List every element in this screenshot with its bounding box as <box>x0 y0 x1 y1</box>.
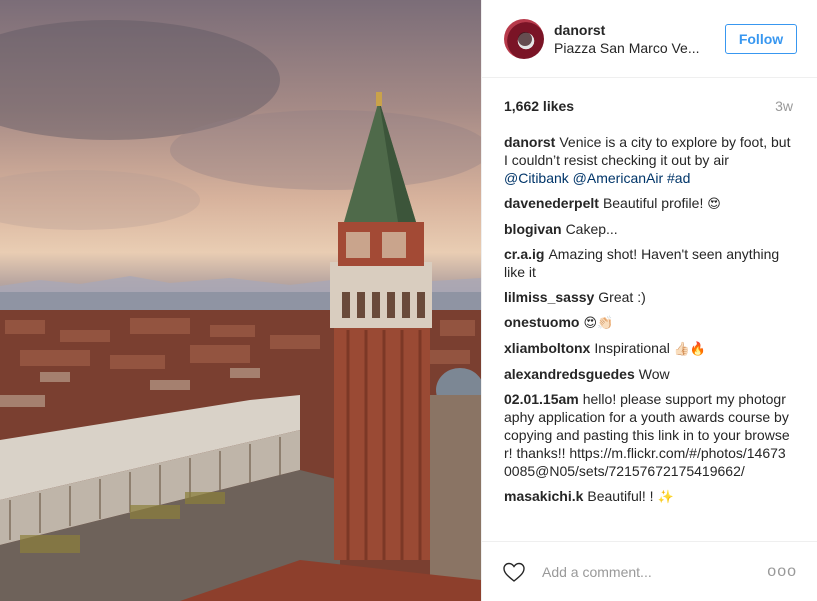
comment-item: lilmiss_sassy Great :) <box>504 288 793 306</box>
add-comment-input[interactable] <box>540 562 768 581</box>
likes-count[interactable]: 1,662 likes <box>504 98 574 114</box>
caption-tags[interactable]: @Citibank @AmericanAir #ad <box>504 170 690 186</box>
comment-emoji: 😍 <box>707 196 721 211</box>
follow-button[interactable]: Follow <box>725 23 797 54</box>
heart-outline-icon[interactable] <box>502 560 526 584</box>
post-footer: ooo <box>482 541 817 601</box>
comment-author[interactable]: 02.01.15am <box>504 391 579 407</box>
comment-author[interactable]: lilmiss_sassy <box>504 289 594 305</box>
comment-text: Wow <box>638 366 670 382</box>
comment-item: blogivan Cakep... <box>504 220 793 238</box>
post-photo[interactable] <box>0 0 481 601</box>
comment-text: Great :) <box>598 289 646 305</box>
comments-list[interactable]: danorst Venice is a city to explore by fo… <box>482 133 817 531</box>
venice-campanile-image <box>0 20 481 601</box>
post-meta: 1,662 likes 3w <box>482 78 817 134</box>
comment-author[interactable]: alexandredsguedes <box>504 366 635 382</box>
comment-author[interactable]: onestuomo <box>504 314 579 330</box>
comment-author[interactable]: blogivan <box>504 221 562 237</box>
location-link[interactable]: Piazza San Marco Ve... <box>554 39 714 57</box>
comment-emoji: ✨ <box>657 489 674 504</box>
more-options-icon[interactable]: ooo <box>767 563 797 581</box>
comment-item: davenederpelt Beautiful profile! 😍 <box>504 194 793 213</box>
comment-author[interactable]: masakichi.k <box>504 488 583 504</box>
caption: danorst Venice is a city to explore by fo… <box>504 133 793 187</box>
comment-author[interactable]: xliamboltonx <box>504 340 590 356</box>
instagram-post: danorst Piazza San Marco Ve... Follow 1,… <box>0 0 817 601</box>
comment-author[interactable]: cr.a.ig <box>504 246 544 262</box>
comment-text: Amazing shot! Haven't seen anything like… <box>504 246 780 280</box>
avatar[interactable] <box>504 18 544 59</box>
comment-item: masakichi.k Beautiful! ! ✨ <box>504 487 793 506</box>
post-header: danorst Piazza San Marco Ve... Follow <box>482 0 817 78</box>
comment-text: Beautiful! ! <box>587 488 654 504</box>
comment-item: onestuomo 😍👏🏻 <box>504 313 793 332</box>
comment-text: Beautiful profile! <box>602 195 704 211</box>
comment-item: alexandredsguedes Wow <box>504 365 793 383</box>
comment-emoji: 😍👏🏻 <box>583 315 614 330</box>
comment-text: Inspirational <box>594 340 670 356</box>
comment-author[interactable]: davenederpelt <box>504 195 599 211</box>
post-age[interactable]: 3w <box>775 98 793 114</box>
username-link[interactable]: danorst <box>554 21 725 39</box>
user-block: danorst Piazza San Marco Ve... <box>554 21 725 57</box>
comment-emoji: 👍🏻🔥 <box>673 341 707 356</box>
caption-author[interactable]: danorst <box>504 134 555 150</box>
post-side-panel: danorst Piazza San Marco Ve... Follow 1,… <box>481 0 817 601</box>
comment-item: cr.a.ig Amazing shot! Haven't seen anythi… <box>504 245 793 281</box>
comment-item: 02.01.15am hello! please support my photo… <box>504 390 793 480</box>
comment-item: xliamboltonx Inspirational 👍🏻🔥 <box>504 339 793 358</box>
comment-text: Cakep... <box>565 221 618 237</box>
